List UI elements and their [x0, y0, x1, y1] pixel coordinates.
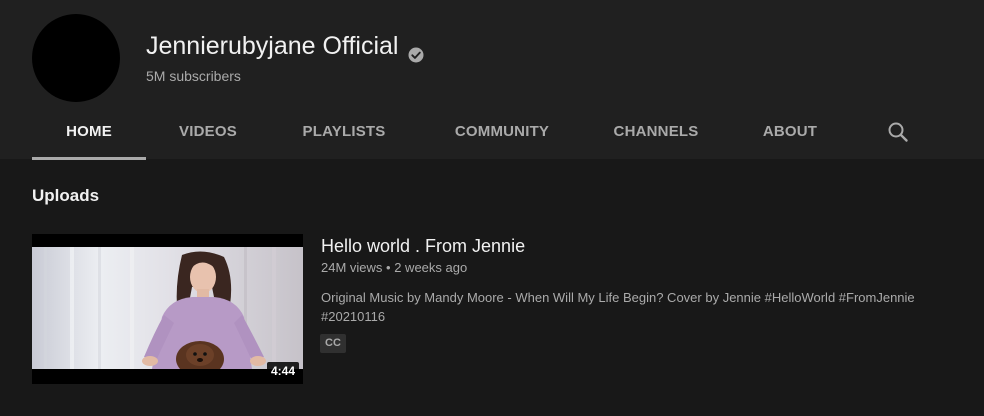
tab-about-label: ABOUT	[762, 123, 818, 140]
uploads-heading[interactable]: Uploads	[32, 185, 99, 207]
channel-tabs: HOME VIDEOS PLAYLISTS COMMUNITY CHANNELS…	[32, 106, 952, 160]
video-metadata: 24M views • 2 weeks ago	[321, 259, 467, 277]
tab-videos-label: VIDEOS	[179, 123, 237, 140]
tab-home-label: HOME	[66, 123, 112, 140]
upload-age: 2 weeks ago	[394, 260, 468, 275]
channel-name-text: Jennierubyjane Official	[146, 32, 399, 60]
channel-header: Jennierubyjane Official 5M subscribers H…	[0, 0, 984, 160]
thumbnail-image	[32, 247, 303, 369]
view-count: 24M views	[321, 260, 383, 275]
tab-community[interactable]: COMMUNITY	[438, 106, 566, 158]
search-icon[interactable]	[884, 118, 912, 146]
tab-home[interactable]: HOME	[32, 106, 146, 160]
tab-about[interactable]: ABOUT	[750, 106, 830, 158]
tab-playlists[interactable]: PLAYLISTS	[290, 106, 398, 158]
video-description: Original Music by Mandy Moore - When Wil…	[321, 290, 915, 324]
channel-name: Jennierubyjane Official	[146, 30, 424, 63]
video-duration: 4:44	[266, 362, 299, 380]
tab-videos[interactable]: VIDEOS	[166, 106, 250, 158]
subscriber-count: 5M subscribers	[146, 68, 241, 84]
tab-channels[interactable]: CHANNELS	[600, 106, 712, 158]
tab-playlists-label: PLAYLISTS	[302, 123, 386, 140]
video-title[interactable]: Hello world . From Jennie	[321, 234, 525, 258]
verified-check-icon	[408, 39, 424, 63]
channel-avatar[interactable]	[32, 14, 120, 102]
active-tab-indicator	[32, 157, 146, 160]
tab-community-label: COMMUNITY	[454, 123, 550, 140]
tab-channels-label: CHANNELS	[613, 123, 699, 140]
cc-badge: CC	[320, 334, 346, 353]
meta-separator: •	[386, 260, 395, 275]
video-thumbnail[interactable]: 4:44	[32, 234, 303, 384]
